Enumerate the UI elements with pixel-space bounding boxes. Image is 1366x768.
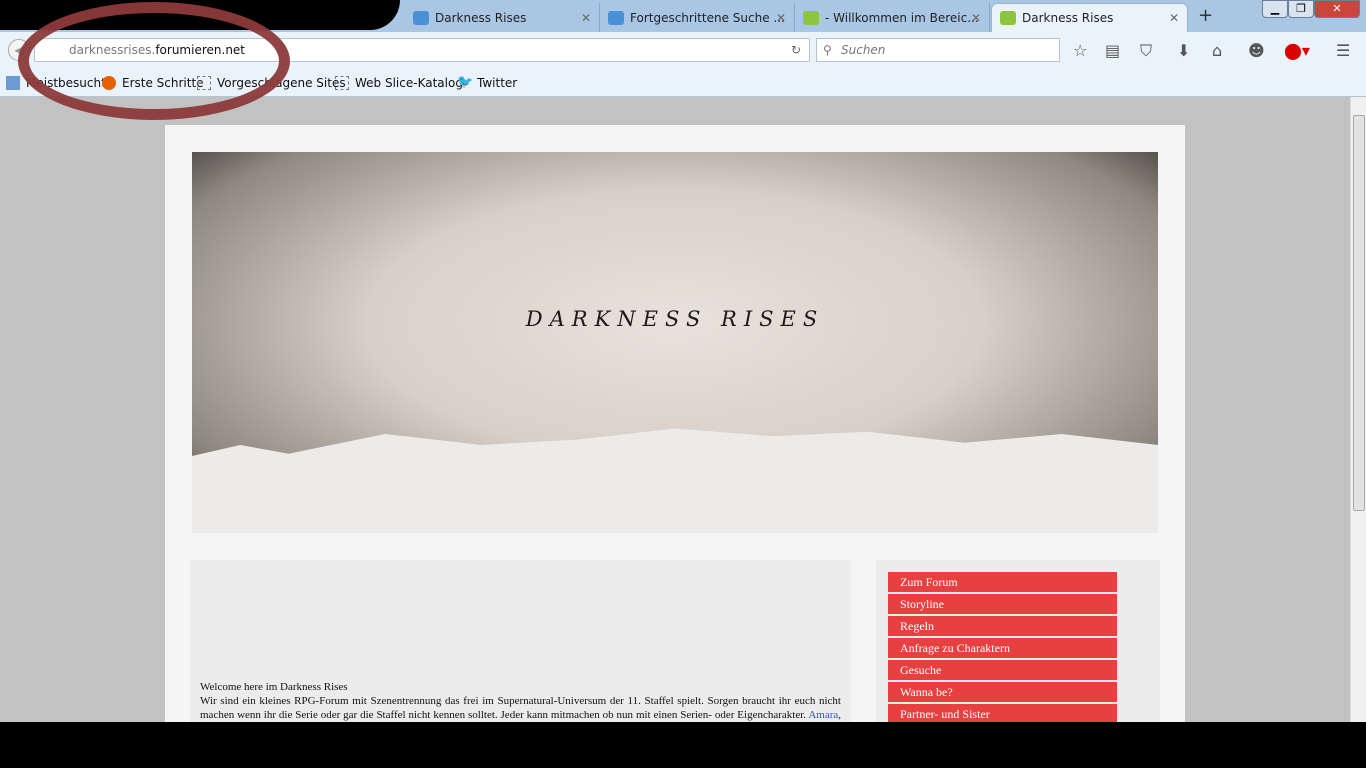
banner-title: DARKNESS RISES xyxy=(525,307,825,331)
tab-title: Fortgeschrittene Suche ... xyxy=(630,10,785,25)
menu-storyline[interactable]: Storyline xyxy=(888,594,1117,614)
sidebar: Zum Forum Storyline Regeln Anfrage zu Ch… xyxy=(876,560,1160,735)
search-placeholder: Suchen xyxy=(841,43,886,57)
menu-gesuche[interactable]: Gesuche xyxy=(888,660,1117,680)
tab-fortgeschrittene-suche[interactable]: Fortgeschrittene Suche ... ✕ xyxy=(600,3,795,32)
menu-regeln[interactable]: Regeln xyxy=(888,616,1117,636)
menu-wanna-be[interactable]: Wanna be? xyxy=(888,682,1117,702)
welcome-box: Welcome here im Darkness Rises Wir sind … xyxy=(190,560,851,735)
search-input[interactable]: ⚲ Suchen xyxy=(816,38,1060,62)
pocket-icon[interactable]: ⛉ xyxy=(1140,41,1152,61)
forum-portal-page: DARKNESS RISES Welcome here im Darkness … xyxy=(165,125,1185,735)
download-icon[interactable]: ⬇ xyxy=(1177,41,1190,60)
tab-darkness-rises-active[interactable]: Darkness Rises ✕ xyxy=(991,3,1188,32)
speech-bubble-green-icon xyxy=(1000,11,1016,25)
web-slice-icon xyxy=(335,76,349,90)
close-tab-icon[interactable]: ✕ xyxy=(971,11,981,25)
header-banner: DARKNESS RISES xyxy=(192,152,1158,533)
close-tab-icon[interactable]: ✕ xyxy=(776,11,786,25)
amara-link[interactable]: Amara xyxy=(808,709,838,721)
tab-title: Darkness Rises xyxy=(435,10,527,25)
adblock-plus-icon[interactable]: ⬤▾ xyxy=(1284,41,1310,60)
hello-chat-icon[interactable]: ☻ xyxy=(1248,41,1265,60)
close-window-button[interactable]: ✕ xyxy=(1314,0,1360,18)
menu-anfrage-charaktern[interactable]: Anfrage zu Charaktern xyxy=(888,638,1117,658)
menu-hamburger-icon[interactable]: ☰ xyxy=(1336,41,1350,60)
annotation-circle xyxy=(18,2,290,120)
menu-zum-forum[interactable]: Zum Forum xyxy=(888,572,1117,592)
navigation-menu: Zum Forum Storyline Regeln Anfrage zu Ch… xyxy=(888,572,1117,726)
twitter-bird-icon: 🐦 xyxy=(457,75,474,90)
bookmark-twitter[interactable]: 🐦 Twitter xyxy=(457,75,518,91)
minimize-button[interactable]: ▁ xyxy=(1262,0,1288,18)
menu-partner-sister[interactable]: Partner- und Sister xyxy=(888,704,1117,724)
tab-darkness-rises-1[interactable]: Darkness Rises ✕ xyxy=(405,3,600,32)
tab-title: Darkness Rises xyxy=(1022,11,1114,25)
welcome-text-part: Wir sind ein kleines RPG-Forum mit Szene… xyxy=(200,695,841,721)
welcome-heading: Welcome here im Darkness Rises xyxy=(200,681,348,693)
maximize-button[interactable]: ❐ xyxy=(1288,0,1314,18)
redaction-bottom xyxy=(0,722,1366,768)
tab-willkommen[interactable]: - Willkommen im Bereic... ✕ xyxy=(795,3,990,32)
home-icon[interactable]: ⌂ xyxy=(1212,41,1222,60)
search-icon: ⚲ xyxy=(823,43,832,57)
bookmark-web-slice-katalog[interactable]: Web Slice-Katalog xyxy=(335,76,463,90)
vertical-scrollbar[interactable] xyxy=(1350,97,1366,727)
close-tab-icon[interactable]: ✕ xyxy=(581,11,591,25)
reload-icon[interactable]: ↻ xyxy=(791,39,801,61)
chat-bubble-blue-icon xyxy=(413,10,429,25)
bookmark-label: Web Slice-Katalog xyxy=(355,76,463,90)
tab-title: - Willkommen im Bereic... xyxy=(825,10,979,25)
banner-clouds xyxy=(192,428,1158,533)
scrollbar-thumb[interactable] xyxy=(1353,115,1365,511)
new-tab-button[interactable]: + xyxy=(1198,5,1213,26)
close-tab-icon[interactable]: ✕ xyxy=(1169,11,1179,25)
bookmark-label: Twitter xyxy=(477,76,518,90)
chat-bubble-blue-icon xyxy=(608,10,624,25)
speech-bubble-green-icon xyxy=(803,10,819,25)
bookmarks-list-icon[interactable]: ▤ xyxy=(1105,41,1120,60)
most-visited-icon xyxy=(6,76,20,90)
bookmark-star-icon[interactable]: ☆ xyxy=(1073,41,1087,60)
